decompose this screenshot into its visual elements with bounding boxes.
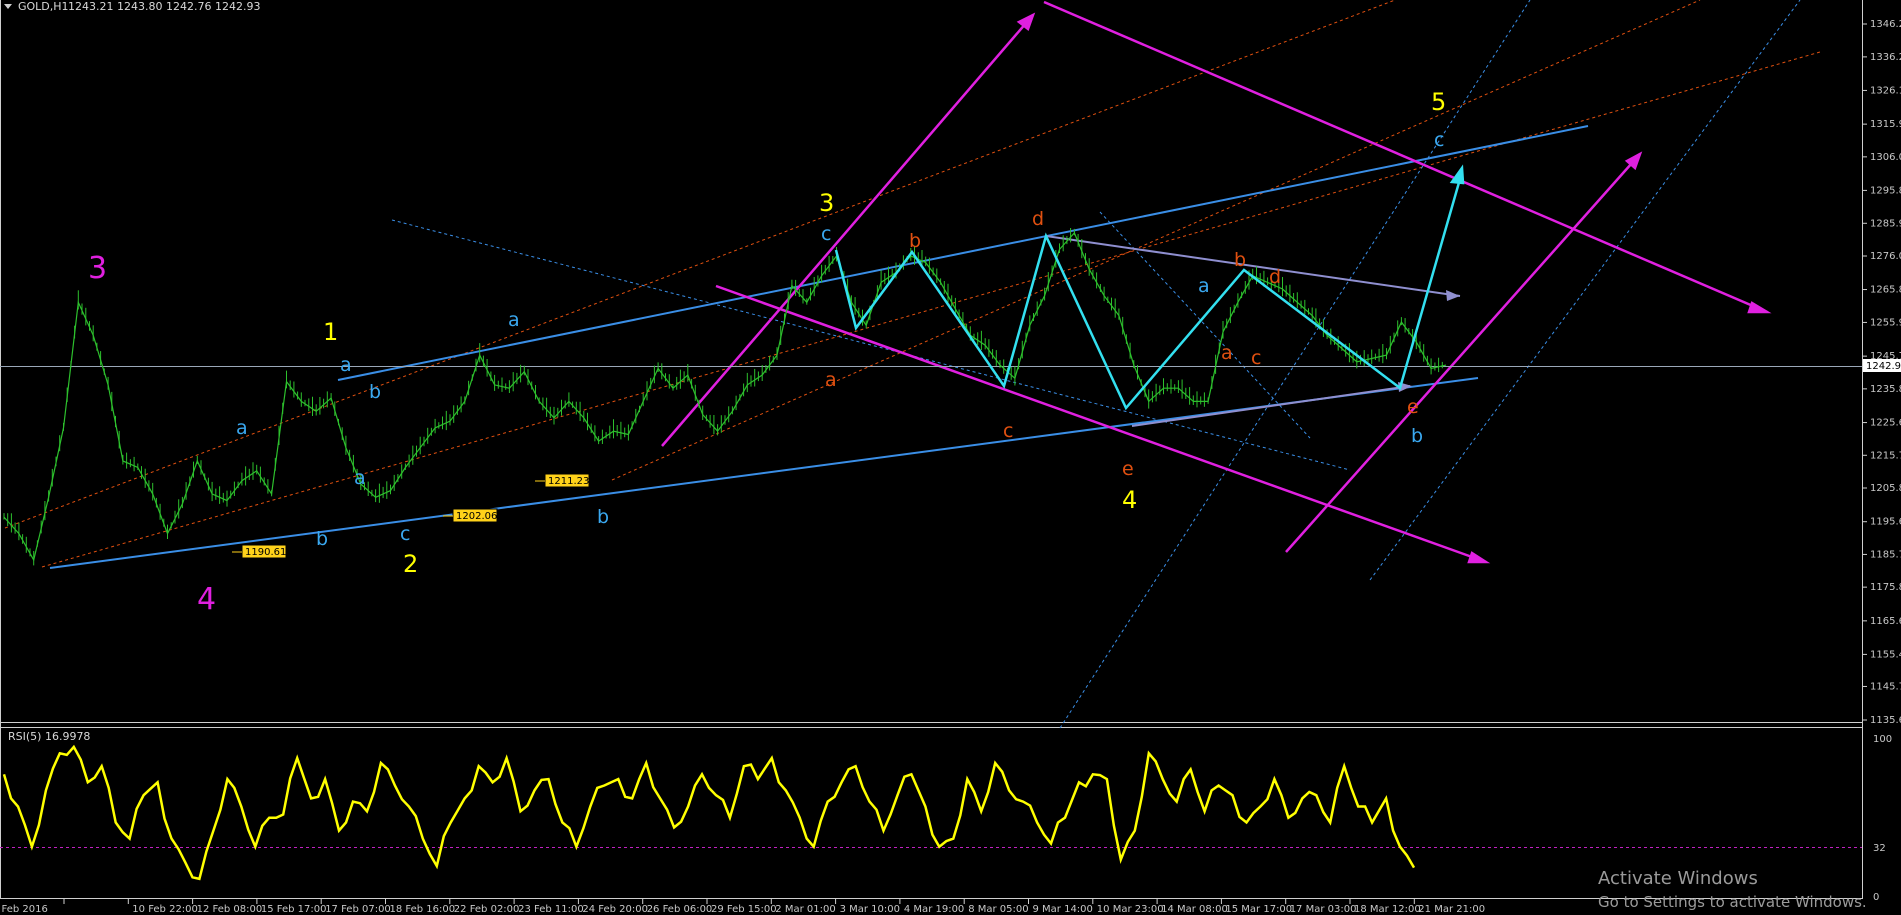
time-tick-label: 14 Mar 08:00 [1161, 904, 1228, 915]
price-box-value: 1202.06 [456, 511, 497, 522]
price-tick-label: 1276.00 [1870, 251, 1901, 262]
wave-label: c [400, 523, 410, 545]
chart-background [0, 0, 1901, 915]
time-tick-label: 17 Feb 07:00 [325, 904, 391, 915]
price-box-value: 1211.23 [548, 476, 589, 487]
price-tick-label: 1326.10 [1870, 85, 1901, 96]
price-tick-label: 1285.90 [1870, 218, 1901, 229]
price-tick-label: 1165.60 [1870, 616, 1901, 627]
price-tick-label: 1315.90 [1870, 119, 1901, 130]
price-tick-label: 1175.80 [1870, 582, 1901, 593]
time-tick-label: 15 Mar 17:00 [1225, 904, 1292, 915]
wave-label: c [1434, 129, 1444, 151]
wave-label: d [1032, 208, 1044, 230]
wave-label: 4 [1122, 486, 1137, 514]
trading-chart[interactable]: GOLD,H1 1243.21 1243.80 1242.76 1242.93 [0, 0, 1901, 915]
price-tick-label: 1306.00 [1870, 152, 1901, 163]
time-tick-label: 29 Feb 15:00 [711, 904, 777, 915]
time-tick-label: 3 Mar 10:00 [840, 904, 900, 915]
rsi-label: RSI(5) 16.9978 [8, 730, 90, 743]
wave-label: 5 [1431, 88, 1446, 116]
current-price-value: 1242.93 [1866, 361, 1901, 372]
wave-label: c [1251, 347, 1261, 369]
wave-label: a [825, 369, 837, 391]
wave-label: a [508, 309, 520, 331]
time-tick-label: 12 Feb 08:00 [197, 904, 263, 915]
wave-label: 2 [403, 550, 418, 578]
time-tick-label: 10 Feb 22:00 [132, 904, 198, 915]
wave-label: a [354, 467, 366, 489]
wave-label: e [1407, 396, 1419, 418]
wave-label: 3 [819, 189, 834, 217]
wave-label: b [909, 230, 921, 252]
wave-label: b [369, 381, 381, 403]
wave-label: 4 [197, 582, 216, 617]
time-tick-label: 4 Mar 19:00 [904, 904, 964, 915]
price-tick-label: 1235.80 [1870, 384, 1901, 395]
wave-label: b [1411, 425, 1423, 447]
price-tick-label: 1205.80 [1870, 483, 1901, 494]
price-tick-label: 1255.90 [1870, 317, 1901, 328]
price-tick-label: 1265.85 [1870, 285, 1901, 296]
chart-header: GOLD,H1 1243.21 1243.80 1242.76 1242.93 [4, 0, 260, 13]
wave-label: c [821, 223, 831, 245]
time-tick-label: 23 Feb 11:00 [518, 904, 584, 915]
wave-label: e [1122, 458, 1134, 480]
current-price-tag: 1242.93 [1863, 359, 1901, 372]
wave-label: a [1221, 342, 1233, 364]
wave-label: d [1269, 266, 1281, 288]
price-box-value: 1190.61 [245, 547, 286, 558]
time-tick-label: 18 Mar 12:00 [1354, 904, 1421, 915]
ohlc-text: 1243.21 1243.80 1242.76 1242.93 [68, 0, 260, 13]
time-tick-label: 26 Feb 06:00 [647, 904, 713, 915]
rsi-level-100: 100 [1873, 734, 1892, 745]
time-tick-label: 22 Feb 02:00 [454, 904, 520, 915]
price-tick-label: 1346.20 [1870, 19, 1901, 30]
price-tick-label: 1336.25 [1870, 52, 1901, 63]
wave-label: c [1003, 420, 1013, 442]
price-tick-label: 1215.70 [1870, 450, 1901, 461]
price-tick-label: 1295.85 [1870, 185, 1901, 196]
wave-label: b [316, 528, 328, 550]
wave-label: a [1198, 275, 1210, 297]
time-tick-label: 9 Mar 14:00 [1033, 904, 1093, 915]
time-tick-label: 17 Mar 03:00 [1290, 904, 1357, 915]
time-tick-label: 9 Feb 2016 [0, 904, 48, 915]
time-tick-label: 8 Mar 05:00 [968, 904, 1028, 915]
time-tick-label: 2 Mar 01:00 [775, 904, 835, 915]
price-tick-label: 1155.45 [1870, 649, 1901, 660]
price-tick-label: 1135.60 [1870, 715, 1901, 726]
rsi-level-32: 32 [1873, 843, 1886, 854]
activate-windows-title: Activate Windows [1598, 868, 1758, 889]
wave-label: b [1234, 249, 1246, 271]
wave-label: 3 [88, 251, 107, 286]
wave-label: a [236, 417, 248, 439]
time-tick-label: 24 Feb 20:00 [582, 904, 648, 915]
activate-windows-subtitle: Go to Settings to activate Windows. [1598, 893, 1867, 911]
wave-label: b [597, 506, 609, 528]
time-tick-label: 18 Feb 16:00 [390, 904, 456, 915]
wave-label: a [340, 354, 352, 376]
symbol-label: GOLD,H1 [18, 0, 69, 13]
price-tick-label: 1195.60 [1870, 517, 1901, 528]
time-tick-label: 10 Mar 23:00 [1097, 904, 1164, 915]
price-tick-label: 1185.70 [1870, 549, 1901, 560]
time-tick-label: 21 Mar 21:00 [1418, 904, 1485, 915]
price-tick-label: 1145.75 [1870, 681, 1901, 692]
wave-label: 1 [323, 318, 338, 346]
rsi-level-0: 0 [1873, 892, 1879, 903]
time-tick-label: 15 Feb 17:00 [261, 904, 327, 915]
price-tick-label: 1225.60 [1870, 418, 1901, 429]
